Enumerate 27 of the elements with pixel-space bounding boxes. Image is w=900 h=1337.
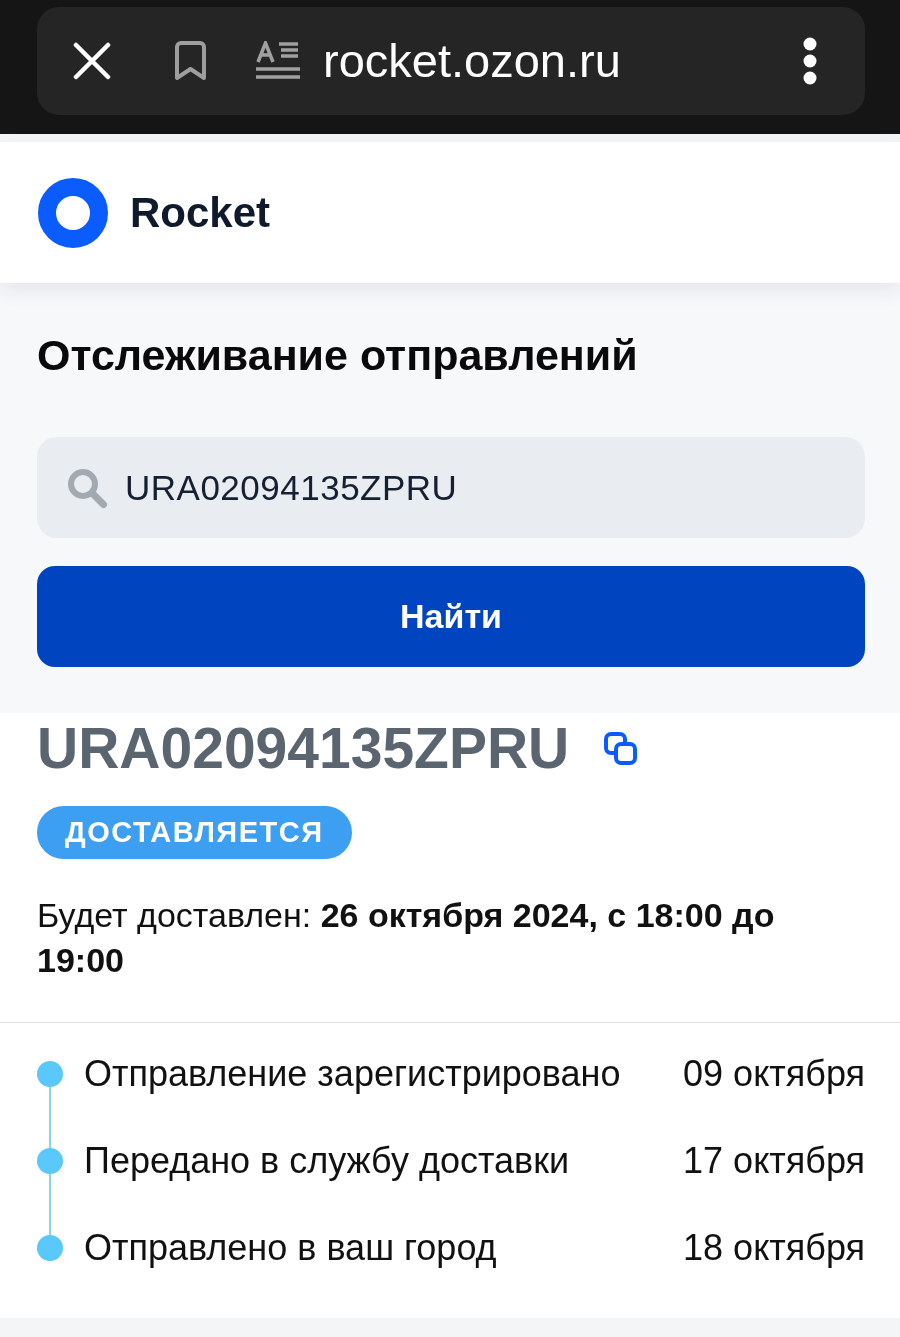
event-date: 09 октября [683,1052,865,1096]
url-text[interactable]: rocket.ozon.ru [323,34,621,88]
event-name: Передано в службу доставки [84,1139,570,1183]
more-options-icon[interactable] [803,37,817,85]
event-date: 18 октября [683,1226,865,1270]
tracking-number: URA02094135ZPRU [37,716,570,780]
reader-mode-icon[interactable] [256,41,300,81]
copy-icon[interactable] [604,731,638,765]
logo-icon[interactable] [38,177,108,248]
timeline-dot [37,1061,63,1087]
close-icon[interactable] [73,42,111,80]
logo-text[interactable]: Rocket [130,187,271,238]
find-button[interactable]: Найти [37,566,865,667]
search-icon [66,467,108,509]
status-badge: ДОСТАВЛЯЕТСЯ [37,806,352,859]
page-title: Отслеживание отправлений [37,331,639,379]
event-name: Отправлено в ваш город [84,1226,497,1270]
timeline-dot [37,1235,63,1261]
delivery-info: Будет доставлен: 26 октября 2024, с 18:00 до 19:00 [37,895,776,981]
timeline-connector [49,1087,51,1148]
timeline-connector [49,1174,51,1235]
address-bar[interactable]: rocket.ozon.ru [37,7,865,115]
search-field[interactable]: URA02094135ZPRU [37,437,865,538]
event-date: 17 октября [683,1139,865,1183]
bookmark-icon[interactable] [173,41,208,81]
timeline-dot [37,1148,63,1174]
event-name: Отправление зарегистрировано [84,1052,621,1096]
